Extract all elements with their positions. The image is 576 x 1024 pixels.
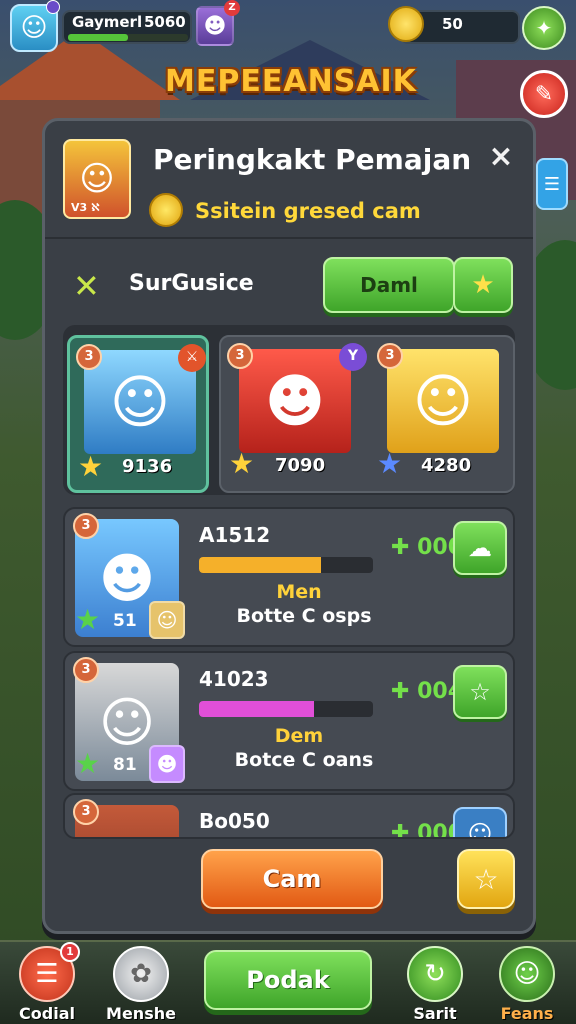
face-icon: ☺	[20, 13, 48, 43]
progress-bar	[199, 701, 373, 717]
hero-cards-group: ☻ 3 Y ★ 7090 ☺ 3 ★ 4280	[219, 335, 515, 493]
nav-item-codial[interactable]: ☰ 1 Codial	[2, 942, 92, 1024]
hero-level: 81	[113, 755, 137, 775]
top-bar: ☺ Gaymerl 5060 ☻ Z 50 ✦	[0, 0, 576, 56]
sword-icon: ⚔	[178, 344, 206, 372]
hero-score: 4280	[421, 455, 472, 476]
star-icon: ★	[471, 270, 495, 300]
list-item[interactable]: ☻ 3 ★ 51 ☺ A1512 Men Botte C osps ✚ 000 …	[63, 507, 515, 647]
nav-label: Sarit	[413, 1004, 457, 1023]
progress-bar-fill	[199, 701, 314, 717]
row-action-button[interactable]: ☺	[453, 807, 507, 839]
player-score: 5060	[144, 13, 186, 31]
hero-portrait-icon[interactable]: ☺	[387, 349, 499, 453]
character-icon: ☺	[499, 946, 555, 1002]
refresh-icon: ↻	[407, 946, 463, 1002]
player-name: A1512	[199, 523, 271, 547]
favorite-button[interactable]: ★	[453, 257, 513, 313]
flower-icon: ✿	[113, 946, 169, 1002]
nav-item-menshe[interactable]: ✿ Menshe	[96, 946, 186, 1024]
hero-icon: ☺	[79, 159, 115, 199]
hero-score: 7090	[275, 455, 326, 476]
star-icon: ★	[75, 603, 101, 636]
list-item[interactable]: ☻ 3 Bo050 ✚ 000 ☺	[63, 793, 515, 839]
rank-badge: 3	[76, 344, 102, 370]
hero-card-1[interactable]: ☺ 3 ⚔ ★ 9136	[67, 335, 209, 493]
close-icon[interactable]: ×	[485, 141, 517, 173]
nav-label: Menshe	[106, 1004, 176, 1023]
hero-icon: ☺	[467, 820, 493, 839]
main-action-button[interactable]: Podak	[204, 950, 372, 1010]
top-heroes-panel: ☺ 3 ⚔ ★ 9136 ☻ 3 Y ★ 7090 ☺ 3 ★ 4280	[63, 325, 515, 495]
player-description: Botce C oans	[234, 749, 374, 771]
player-name: Bo050	[199, 809, 270, 833]
filter-label: SurGusice	[129, 271, 254, 296]
star-icon: ☆	[473, 862, 499, 896]
hero-portrait-icon[interactable]: ☻	[239, 349, 351, 453]
nav-item-sarit[interactable]: ↻ Sarit	[390, 946, 480, 1024]
coin-count: 50	[442, 15, 463, 33]
menu-icon: ☰	[543, 173, 561, 195]
side-menu-button[interactable]: ☰	[536, 158, 568, 210]
filter-x-icon[interactable]: ✕	[73, 267, 100, 305]
star-icon: ★	[377, 447, 403, 480]
notification-badge: Z	[224, 0, 240, 16]
notification-badge: 1	[60, 942, 80, 962]
row-action-button[interactable]: ☆	[453, 665, 507, 719]
cam-button[interactable]: Cam	[201, 849, 383, 909]
nav-label: Codial	[19, 1004, 75, 1023]
mini-avatar-icon: ☺	[149, 601, 185, 639]
hero-score: 9136	[122, 456, 173, 477]
rank-badge: 3	[73, 799, 99, 825]
header-avatar-label: V3 ℵ	[71, 201, 100, 214]
badge-icon: Y	[339, 343, 367, 371]
xp-bar	[68, 34, 188, 41]
player-description: Botte C osps	[236, 605, 372, 627]
star-icon: ★	[75, 747, 101, 780]
rank-badge: 3	[73, 657, 99, 683]
coin-icon	[388, 6, 424, 42]
player-tag: Men	[276, 581, 322, 603]
alert-button[interactable]: ✎	[520, 70, 568, 118]
modal-subtitle: Ssitein gresed cam	[195, 199, 421, 223]
rank-badge: 3	[73, 513, 99, 539]
modal-title: Peringkakt Pemajan	[153, 143, 472, 176]
star-icon: ☆	[469, 678, 491, 706]
nav-item-feans[interactable]: ☺ Feans	[482, 946, 572, 1024]
shop-icon[interactable]: ✦	[522, 6, 566, 50]
avatar-badge	[46, 0, 60, 14]
hero-level: 51	[113, 611, 137, 631]
player-name: Gaymerl	[72, 13, 143, 31]
leaderboard-modal: ☺ V3 ℵ Peringkakt Pemajan × Ssitein gres…	[42, 118, 536, 934]
row-action-button[interactable]: ☁	[453, 521, 507, 575]
modal-header: ☺ V3 ℵ Peringkakt Pemajan × Ssitein gres…	[45, 121, 533, 239]
cloud-icon: ☁	[468, 534, 492, 562]
star-icon: ★	[78, 450, 104, 483]
mini-avatar-icon: ☻	[149, 745, 185, 783]
nav-label: Feans	[500, 1004, 554, 1023]
rank-badge: 3	[227, 343, 253, 369]
player-name: 41023	[199, 667, 269, 691]
filter-button[interactable]: Daml	[323, 257, 455, 313]
favorite-button[interactable]: ☆	[457, 849, 515, 909]
game-title-banner: MEPEEANSAIK	[165, 64, 417, 99]
list-item[interactable]: ☺ 3 ★ 81 ☻ 41023 Dem Botce C oans ✚ 004 …	[63, 651, 515, 791]
progress-bar-fill	[199, 557, 321, 573]
progress-bar	[199, 557, 373, 573]
coin-icon	[149, 193, 183, 227]
alert-icon: ✎	[534, 81, 554, 107]
xp-bar-fill	[68, 34, 128, 41]
hero-portrait-icon: ☺	[84, 350, 196, 454]
star-icon: ★	[229, 447, 255, 480]
player-tag: Dem	[274, 725, 324, 747]
rank-badge: 3	[377, 343, 403, 369]
